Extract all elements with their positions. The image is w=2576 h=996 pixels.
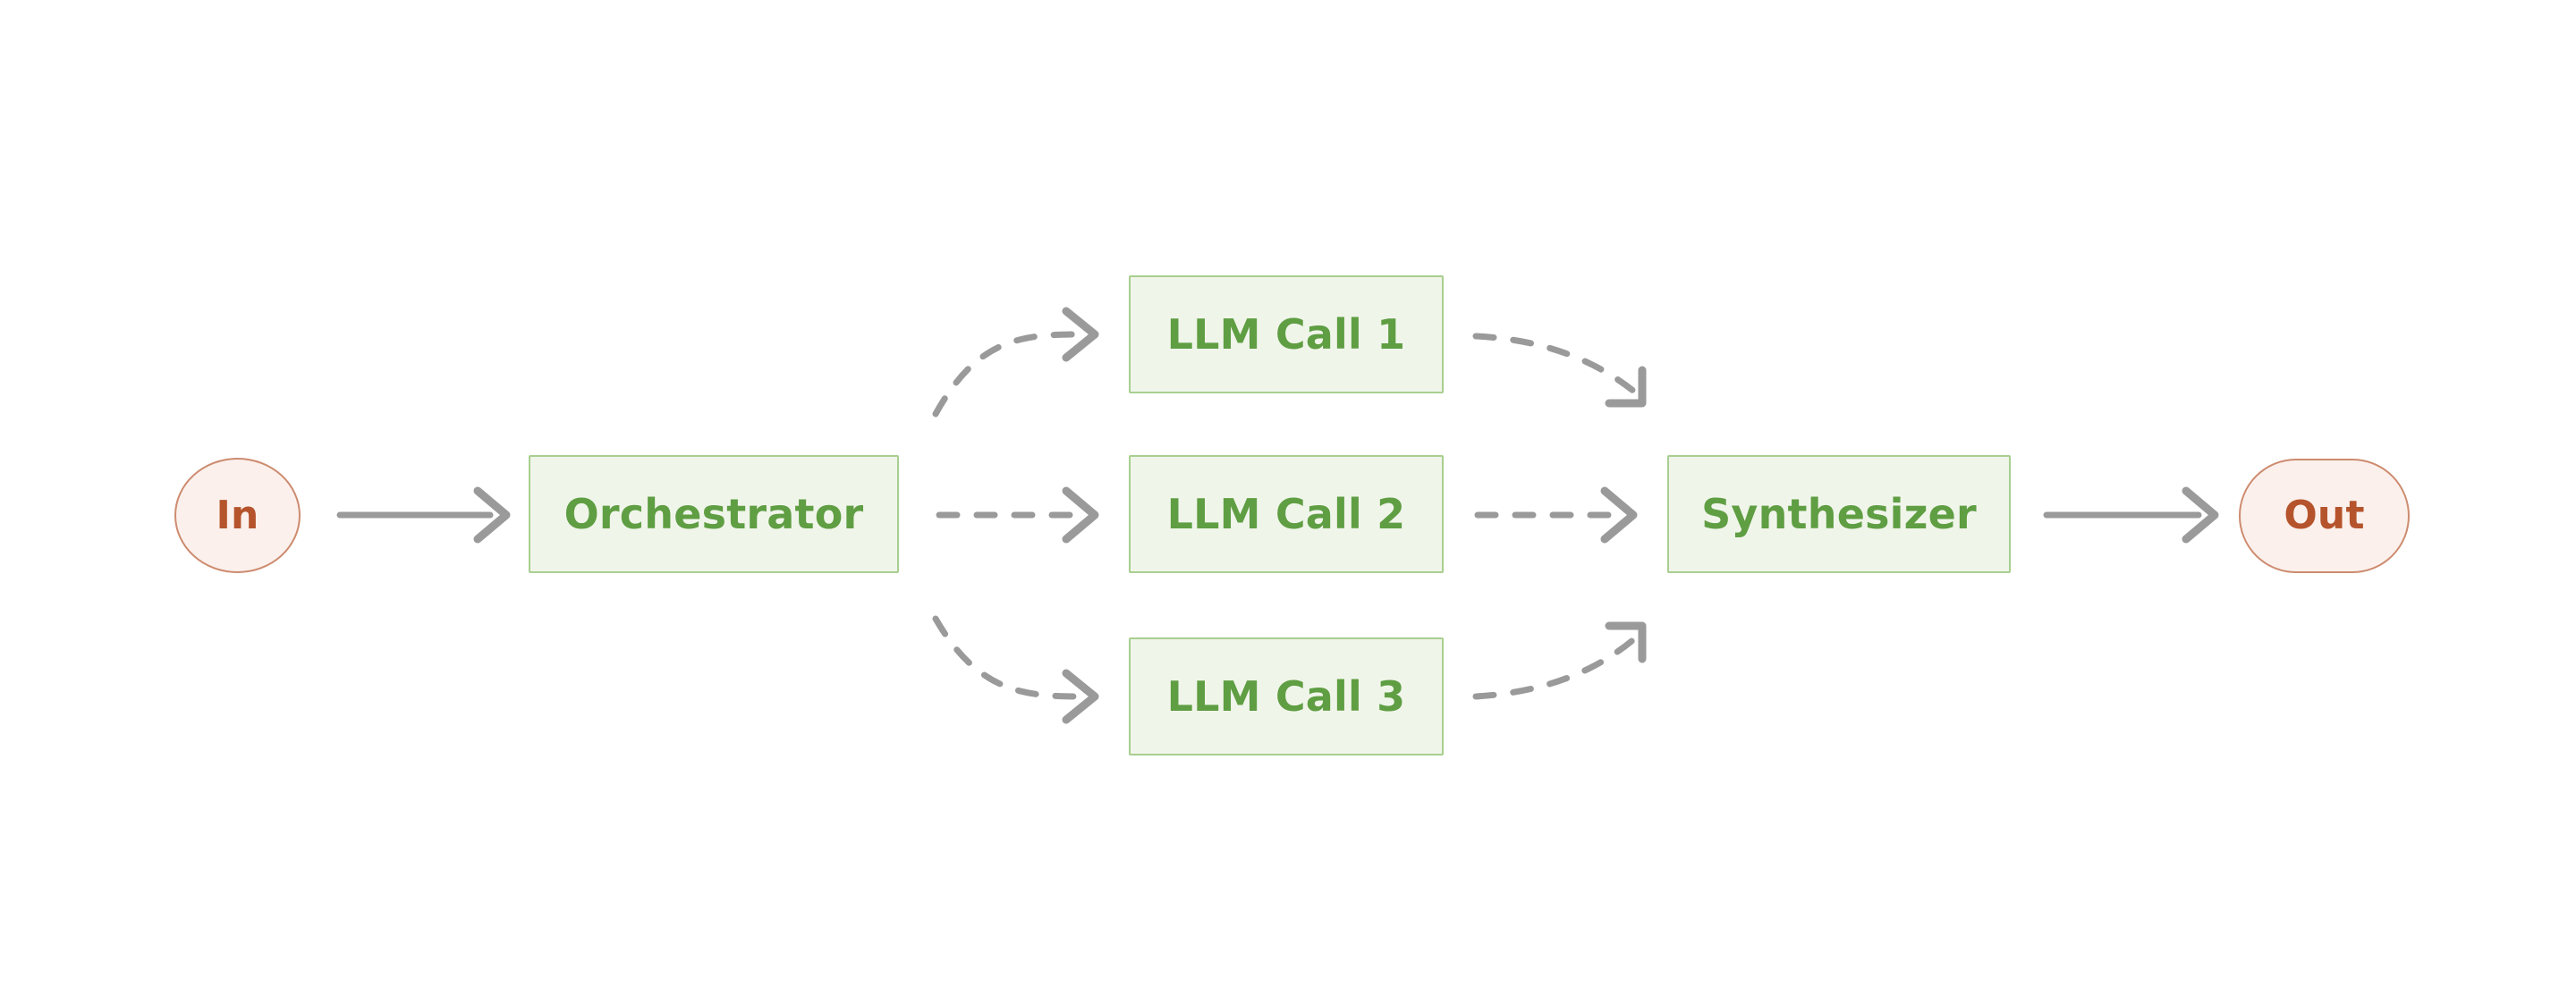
node-synthesizer-label: Synthesizer (1701, 490, 1977, 538)
node-llm-call-3-label: LLM Call 3 (1166, 672, 1406, 721)
node-out-label: Out (2284, 493, 2365, 538)
node-in-label: In (216, 492, 259, 538)
node-in[interactable]: In (174, 458, 301, 573)
edge-synthesizer-to-out (2043, 486, 2219, 544)
node-llm-call-3[interactable]: LLM Call 3 (1129, 637, 1444, 755)
edge-orchestrator-to-llm-2 (936, 486, 1099, 544)
edge-llm-1-to-synthesizer (1472, 333, 1648, 408)
diagram-canvas: In Orchestrator LLM Call 1 LLM Call 2 LL… (0, 0, 2576, 996)
edge-llm-2-to-synthesizer (1474, 486, 1638, 544)
edge-in-to-orchestrator (336, 486, 511, 544)
node-llm-call-1[interactable]: LLM Call 1 (1129, 275, 1444, 393)
node-llm-call-1-label: LLM Call 1 (1166, 310, 1406, 359)
node-out[interactable]: Out (2239, 459, 2410, 573)
node-orchestrator-label: Orchestrator (564, 490, 864, 538)
edge-orchestrator-to-llm-3 (932, 615, 1099, 724)
node-llm-call-2[interactable]: LLM Call 2 (1129, 455, 1444, 573)
node-llm-call-2-label: LLM Call 2 (1166, 490, 1406, 538)
node-orchestrator[interactable]: Orchestrator (529, 455, 899, 573)
node-synthesizer[interactable]: Synthesizer (1667, 455, 2011, 573)
edge-orchestrator-to-llm-1 (932, 307, 1099, 418)
edge-llm-3-to-synthesizer (1472, 621, 1648, 700)
